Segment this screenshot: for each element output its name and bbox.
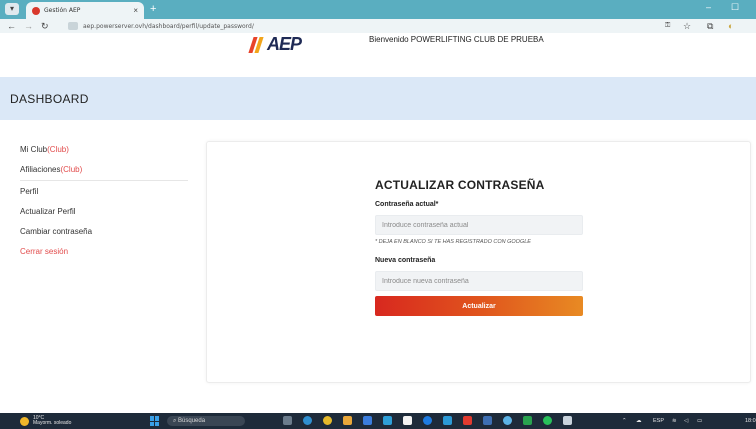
sidebar-item-label: Afiliaciones xyxy=(20,165,61,174)
tab-title: Gestión AEP xyxy=(44,7,81,14)
battery-icon[interactable]: ▭ xyxy=(697,416,702,426)
site-info-icon[interactable] xyxy=(68,22,78,30)
mail-icon[interactable] xyxy=(443,416,452,425)
password-card: ACTUALIZAR CONTRASEÑA Contraseña actual*… xyxy=(206,141,751,383)
taskbar-search[interactable]: ⌕ Búsqueda xyxy=(167,416,245,426)
weather-widget[interactable]: 10°C Mayorm. soleado xyxy=(20,416,71,426)
tab-close-icon[interactable]: × xyxy=(133,6,138,15)
password-key-icon[interactable]: ⚿ xyxy=(665,20,670,32)
sidebar-item-actualizar-perfil[interactable]: Actualizar Perfil xyxy=(20,205,188,225)
app-icon[interactable] xyxy=(483,416,492,425)
store-icon[interactable] xyxy=(383,416,392,425)
sidebar-item-cambiar-contrasena[interactable]: Cambiar contraseña xyxy=(20,225,188,245)
notepad-icon[interactable] xyxy=(403,416,412,425)
task-view-icon[interactable] xyxy=(283,416,292,425)
wifi-icon[interactable]: ≋ xyxy=(672,416,677,426)
page-title: DASHBOARD xyxy=(10,92,89,106)
minimize-button[interactable]: – xyxy=(706,2,711,12)
facebook-icon[interactable] xyxy=(423,416,432,425)
new-password-label: Nueva contraseña xyxy=(375,257,436,264)
cloud-icon[interactable]: ☁ xyxy=(636,416,642,426)
extensions-icon[interactable]: ⧉ xyxy=(707,20,713,32)
update-button[interactable]: Actualizar xyxy=(375,296,583,316)
sidebar: Mi Club(Club) Afiliaciones(Club) Perfil … xyxy=(20,143,188,265)
edge-icon[interactable] xyxy=(303,416,312,425)
file-explorer-icon[interactable] xyxy=(343,416,352,425)
google-note: * DEJA EN BLANCO SI TE HAS REGISTRADO CO… xyxy=(375,239,531,245)
logo-text: AEP xyxy=(267,33,302,54)
club-tag: (Club) xyxy=(47,145,69,154)
browser-tab[interactable]: Gestión AEP × xyxy=(26,2,144,19)
youtube-icon[interactable] xyxy=(463,416,472,425)
url-field[interactable]: aep.powerserver.ovh/dashboard/perfil/upd… xyxy=(68,20,668,32)
os-taskbar: 10°C Mayorm. soleado ⌕ Búsqueda ⌃ ☁ ESP … xyxy=(0,413,756,429)
profile-icon[interactable]: ◐ xyxy=(728,20,733,32)
app-icon[interactable] xyxy=(503,416,512,425)
sun-icon xyxy=(20,416,29,426)
aep-logo[interactable]: AEP xyxy=(248,33,302,54)
new-password-input[interactable] xyxy=(375,271,583,291)
logo-stripes-icon xyxy=(248,35,264,53)
chrome-icon[interactable] xyxy=(323,416,332,425)
current-password-label: Contraseña actual* xyxy=(375,201,439,208)
window-menu-button[interactable]: ▾ xyxy=(5,3,19,15)
volume-icon[interactable]: ◁ xyxy=(684,416,688,426)
search-text: Búsqueda xyxy=(178,418,206,424)
back-arrow-icon[interactable]: ← xyxy=(7,20,16,32)
sidebar-item-perfil[interactable]: Perfil xyxy=(20,185,188,205)
language-indicator[interactable]: ESP xyxy=(653,416,664,426)
dashboard-banner: DASHBOARD xyxy=(0,77,756,120)
outlook-icon[interactable] xyxy=(363,416,372,425)
page-header: AEP Bienvenido POWERLIFTING CLUB DE PRUE… xyxy=(0,33,756,54)
excel-icon[interactable] xyxy=(523,416,532,425)
address-bar: ← → ↻ aep.powerserver.ovh/dashboard/perf… xyxy=(0,19,756,33)
current-password-input[interactable] xyxy=(375,215,583,235)
weather-text: Mayorm. soleado xyxy=(33,420,72,426)
tray-chevron-icon[interactable]: ⌃ xyxy=(622,416,627,426)
sidebar-item-afiliaciones[interactable]: Afiliaciones(Club) xyxy=(20,163,188,181)
sidebar-item-mi-club[interactable]: Mi Club(Club) xyxy=(20,143,188,163)
clock[interactable]: 18:0 xyxy=(745,416,756,426)
new-tab-button[interactable]: + xyxy=(150,3,156,15)
reload-icon[interactable]: ↻ xyxy=(41,20,49,32)
sidebar-item-cerrar-sesion[interactable]: Cerrar sesión xyxy=(20,245,188,265)
welcome-text: Bienvenido POWERLIFTING CLUB DE PRUEBA xyxy=(369,35,544,44)
restore-button[interactable]: ☐ xyxy=(731,2,739,13)
bookmark-star-icon[interactable]: ☆ xyxy=(683,20,691,32)
forward-arrow-icon[interactable]: → xyxy=(24,20,33,32)
aep-favicon-icon xyxy=(32,6,40,15)
url-text: aep.powerserver.ovh/dashboard/perfil/upd… xyxy=(83,22,254,30)
browser-tab-bar: ▾ Gestión AEP × + – ☐ xyxy=(0,0,756,19)
update-password-form: ACTUALIZAR CONTRASEÑA Contraseña actual*… xyxy=(375,178,585,316)
form-title: ACTUALIZAR CONTRASEÑA xyxy=(375,178,545,192)
whatsapp-icon[interactable] xyxy=(543,416,552,425)
club-tag: (Club) xyxy=(60,165,83,174)
app-icon[interactable] xyxy=(563,416,572,425)
windows-start-icon[interactable] xyxy=(150,416,160,426)
sidebar-item-label: Mi Club xyxy=(20,145,48,154)
